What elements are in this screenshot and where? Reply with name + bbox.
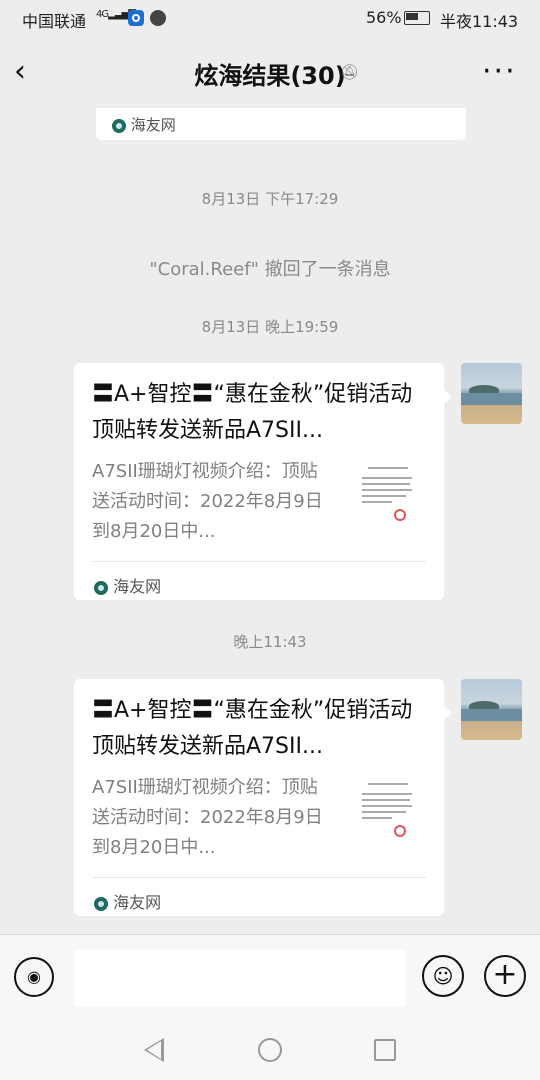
article-title: 〓A+智控〓“惠在金秋”促销活动顶贴转发送新品A7SII...: [92, 382, 413, 443]
bubble-tail: [443, 705, 452, 721]
sender-avatar[interactable]: [461, 679, 522, 740]
message-timestamp: 8月13日 下午17:29: [201, 190, 339, 208]
nav-home-icon[interactable]: [258, 1038, 282, 1062]
status-bar: 中国联通 4G▂▃▅▇ 56% 半夜11:43: [0, 0, 540, 36]
battery-icon: [404, 11, 430, 25]
source-logo-icon: [94, 896, 108, 911]
recall-notice: "Coral.Reef" 撤回了一条消息: [149, 259, 391, 280]
clock: 半夜11:43: [440, 12, 519, 31]
battery-percent: 56%: [366, 8, 402, 27]
message-input[interactable]: [74, 949, 406, 1007]
article-description: A7SII珊瑚灯视频介绍：顶贴送活动时间：2022年8月9日到8月20日中...: [92, 777, 323, 858]
mute-bell-icon: 🔕︎: [340, 63, 360, 81]
shared-article-card[interactable]: 〓A+智控〓“惠在金秋”促销活动顶贴转发送新品A7SII... A7SII珊瑚灯…: [74, 363, 452, 600]
article-thumbnail: [356, 779, 418, 841]
article-thumbnail: [356, 463, 418, 525]
chat-title: 炫海结果(30): [194, 62, 346, 90]
source-label: 海友网: [113, 577, 162, 596]
source-logo-icon: [94, 580, 108, 595]
article-description: A7SII珊瑚灯视频介绍：顶贴送活动时间：2022年8月9日到8月20日中...: [92, 461, 323, 542]
shared-article-card-partial[interactable]: 海友网: [96, 108, 466, 140]
voice-icon[interactable]: ◉: [14, 957, 54, 997]
carrier-label: 中国联通: [22, 12, 87, 31]
system-nav-bar: [0, 1020, 540, 1080]
source-label: 海友网: [130, 116, 176, 134]
shared-article-card[interactable]: 〓A+智控〓“惠在金秋”促销活动顶贴转发送新品A7SII... A7SII珊瑚灯…: [74, 679, 452, 916]
message-timestamp: 8月13日 晚上19:59: [201, 318, 339, 336]
more-options-button[interactable]: ···: [482, 54, 517, 89]
card-divider: [92, 877, 426, 878]
emoji-icon[interactable]: ☺: [422, 955, 464, 997]
source-logo-icon: [112, 118, 126, 133]
nav-recent-apps-icon[interactable]: [374, 1039, 396, 1061]
card-divider: [92, 561, 426, 562]
article-source: 海友网: [94, 573, 161, 597]
message-input-bar: ◉ ☺ +: [0, 934, 540, 1021]
message-timestamp: 晚上11:43: [233, 633, 307, 651]
bubble-tail: [443, 389, 452, 405]
source-label: 海友网: [113, 893, 162, 912]
article-title: 〓A+智控〓“惠在金秋”促销活动顶贴转发送新品A7SII...: [92, 698, 413, 759]
sender-avatar[interactable]: [461, 363, 522, 424]
article-source: 海友网: [94, 889, 161, 913]
article-source: 海友网: [112, 114, 176, 135]
network-type: 4G: [96, 9, 109, 20]
nav-back-icon[interactable]: [144, 1038, 164, 1062]
plus-icon[interactable]: +: [484, 955, 526, 997]
shield-icon: [150, 10, 166, 26]
chat-header: ‹ 炫海结果(30) 🔕︎ ···: [0, 36, 540, 108]
app-notification-icon: [128, 10, 144, 26]
